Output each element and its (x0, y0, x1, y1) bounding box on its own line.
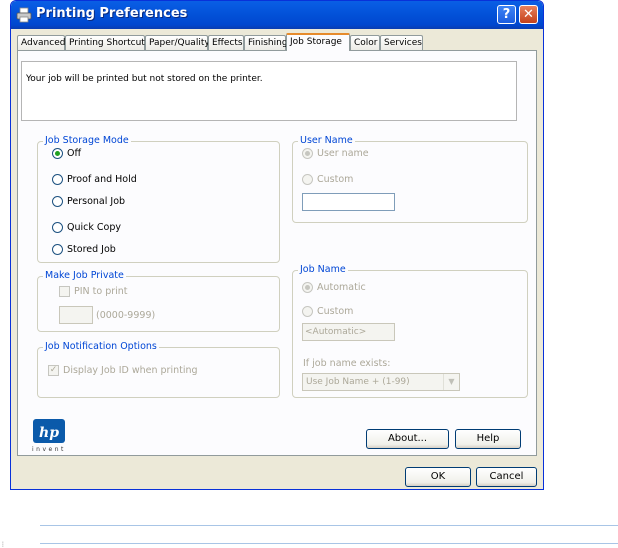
radio-job-automatic-indicator[interactable] (302, 282, 313, 293)
help-button[interactable]: Help (455, 429, 521, 449)
pin-input[interactable] (59, 306, 93, 324)
cancel-button[interactable]: Cancel (476, 467, 537, 487)
radio-quick-copy-indicator[interactable] (52, 222, 63, 233)
radio-stored-job-label: Stored Job (67, 244, 116, 255)
radio-user-name-indicator[interactable] (302, 148, 313, 159)
chevron-down-icon[interactable]: ▼ (443, 374, 459, 390)
ok-button[interactable]: OK (405, 467, 471, 487)
svg-text:hp: hp (39, 425, 59, 441)
about-button[interactable]: About... (366, 429, 449, 449)
radio-off-label: Off (67, 148, 82, 159)
radio-job-automatic-label: Automatic (317, 282, 366, 293)
radio-proof-and-hold-indicator[interactable] (52, 174, 63, 185)
job-status-message: Your job will be printed but not stored … (26, 74, 263, 84)
radio-user-custom-label: Custom (317, 174, 354, 185)
job-storage-mode-legend: Job Storage Mode (43, 135, 131, 146)
radio-off-indicator[interactable] (52, 148, 63, 159)
tab-paper-quality[interactable]: Paper/Quality (145, 35, 210, 50)
pin-range-hint: (0000-9999) (96, 310, 156, 321)
job-name-exists-select[interactable]: Use Job Name + (1-99) ▼ (302, 373, 460, 391)
printer-icon (16, 7, 32, 23)
pin-to-print-box[interactable] (59, 286, 70, 297)
radio-personal-job-label: Personal Job (67, 196, 126, 207)
radio-job-custom-label: Custom (317, 306, 354, 317)
logo-tagline: invent (32, 446, 66, 453)
radio-job-custom-indicator[interactable] (302, 306, 313, 317)
radio-user-name-label: User name (317, 148, 369, 159)
job-name-exists-label: If job name exists: (303, 358, 391, 369)
title-help-button[interactable]: ? (497, 5, 516, 24)
radio-quick-copy-label: Quick Copy (67, 222, 121, 233)
tab-advanced[interactable]: Advanced (17, 35, 65, 50)
tab-printing-shortcuts[interactable]: Printing Shortcuts (65, 35, 150, 50)
title-bar: Printing Preferences ? ✕ (11, 1, 543, 29)
divider-line-bottom (40, 543, 618, 544)
radio-user-custom-indicator[interactable] (302, 174, 313, 185)
radio-proof-and-hold-label: Proof and Hold (67, 174, 137, 185)
job-status-message-box: Your job will be printed but not stored … (21, 61, 517, 121)
job-name-custom-input[interactable]: <Automatic> (302, 323, 395, 341)
tab-finishing[interactable]: Finishing (244, 35, 288, 50)
radio-stored-job-indicator[interactable] (52, 244, 63, 255)
tab-job-storage[interactable]: Job Storage (286, 33, 350, 51)
pin-to-print-label: PIN to print (74, 286, 128, 297)
job-name-exists-value: Use Job Name + (1-99) (306, 377, 410, 387)
user-name-legend: User Name (298, 135, 355, 146)
divider-line (40, 525, 618, 526)
radio-personal-job-indicator[interactable] (52, 196, 63, 207)
make-job-private-legend: Make Job Private (43, 270, 126, 281)
job-notification-legend: Job Notification Options (43, 341, 159, 352)
display-job-id-label: Display Job ID when printing (63, 365, 198, 376)
window-title: Printing Preferences (36, 6, 188, 21)
title-close-button[interactable]: ✕ (519, 5, 538, 24)
tab-color[interactable]: Color (350, 35, 380, 50)
tab-effects[interactable]: Effects (208, 35, 244, 50)
job-name-legend: Job Name (298, 264, 348, 275)
display-job-id-box[interactable]: ✓ (48, 365, 59, 376)
tab-services[interactable]: Services (380, 35, 423, 50)
user-name-custom-input[interactable] (302, 193, 395, 211)
